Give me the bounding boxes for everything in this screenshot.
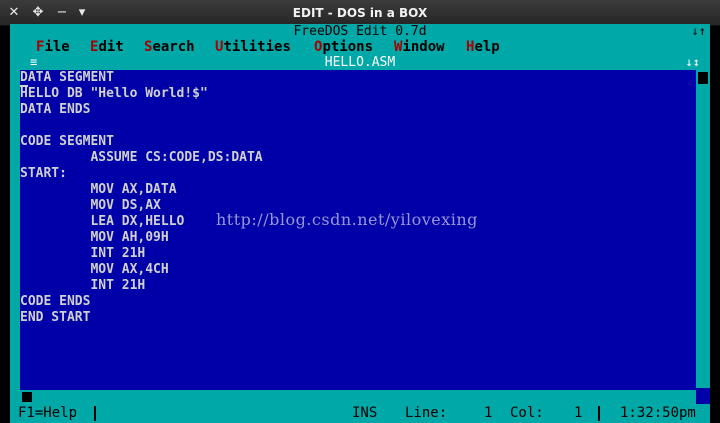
- document-title: HELLO.ASM: [324, 55, 396, 70]
- vertical-scrollbar[interactable]: [696, 70, 710, 388]
- app-resize-icon[interactable]: ↓↑: [692, 24, 706, 39]
- code-line: INT 21H: [20, 278, 146, 293]
- line-number: 1: [484, 405, 493, 421]
- vertical-scroll-thumb[interactable]: [698, 72, 708, 84]
- document-title-bar: ≡ HELLO.ASM ↓↕: [10, 55, 710, 70]
- editor-left-border: [10, 70, 20, 404]
- code-line: ASSUME CS:CODE,DS:DATA: [20, 150, 263, 165]
- horizontal-scroll-thumb[interactable]: [22, 392, 32, 402]
- code-line: MOV AX,DATA: [20, 182, 177, 197]
- help-hint[interactable]: F1=Help: [18, 404, 77, 423]
- code-line: DATA ENDS: [20, 102, 91, 117]
- column-label: Col:: [510, 405, 544, 421]
- code-line: MOV DS,AX: [20, 198, 161, 213]
- insert-mode-indicator: INS: [352, 405, 378, 421]
- status-divider: [598, 406, 600, 421]
- code-line: DATA SEGMENT: [20, 70, 114, 85]
- clock: 1:32:50pm: [620, 405, 696, 421]
- code-line: MOV AH,09H: [20, 230, 169, 245]
- menu-search[interactable]: Search: [144, 39, 195, 55]
- menu-file[interactable]: File: [36, 39, 70, 55]
- code-editor[interactable]: DATA SEGMENT HELLO DB "Hello World!$" DA…: [20, 70, 695, 388]
- window-titlebar: ✕ ✥ − ▾ EDIT - DOS in a BOX: [0, 0, 720, 26]
- code-line: CODE SEGMENT: [20, 134, 114, 149]
- menu-utilities[interactable]: Utilities: [215, 39, 291, 55]
- code-line: MOV AX,4CH: [20, 262, 169, 277]
- menu-help[interactable]: Help: [466, 39, 500, 55]
- document-resize-icon[interactable]: ↓↕: [686, 55, 700, 70]
- app-title-bar: FreeDOS Edit 0.7d ↓↑: [10, 24, 710, 39]
- menu-window[interactable]: Window: [394, 39, 445, 55]
- watermark-text: http://blog.csdn.net/yilovexing: [216, 210, 478, 229]
- code-line: HELLO DB "Hello World!$": [20, 86, 208, 101]
- code-line: END START: [20, 310, 91, 325]
- menu-options[interactable]: Options: [314, 39, 373, 55]
- code-line: INT 21H: [20, 246, 146, 261]
- horizontal-scrollbar[interactable]: [20, 390, 696, 404]
- code-line: LEA DX,HELLO: [20, 214, 185, 229]
- menu-edit[interactable]: Edit: [90, 39, 124, 55]
- window-title: EDIT - DOS in a BOX: [292, 6, 428, 20]
- line-label: Line:: [405, 405, 448, 421]
- status-divider: [94, 406, 96, 421]
- editor-window: ≡ HELLO.ASM ↓↕ DATA SEGMENT HELLO DB "He…: [10, 55, 710, 404]
- menu-bar: File Edit Search Utilities Options Windo…: [10, 39, 710, 55]
- code-line: START:: [20, 166, 67, 181]
- status-bar: F1=Help INS Line: 1 Col: 1 1:32:50pm: [10, 404, 710, 423]
- column-number: 1: [574, 405, 583, 421]
- code-line: CODE ENDS: [20, 294, 91, 309]
- app-title: FreeDOS Edit 0.7d: [293, 24, 427, 39]
